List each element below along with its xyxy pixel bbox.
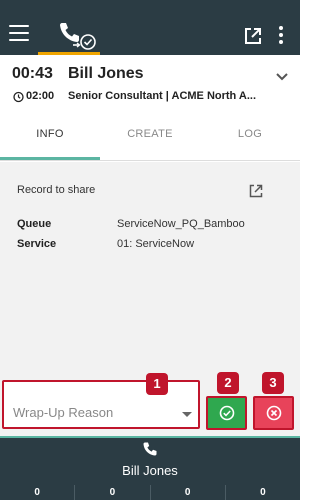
tab-create[interactable]: CREATE: [100, 120, 200, 160]
active-interaction-bar[interactable]: Bill Jones 0 0 0 0: [0, 438, 300, 500]
contact-name: Bill Jones: [68, 65, 144, 82]
popout-icon[interactable]: [244, 27, 262, 45]
interaction-counts: 0 0 0 0: [0, 485, 300, 500]
tab-active-call[interactable]: [38, 18, 100, 55]
cancel-wrap-up-button[interactable]: [253, 396, 294, 430]
chevron-down-icon[interactable]: [276, 73, 288, 81]
check-circle-icon: [219, 405, 235, 421]
callout-badge-2: 2: [217, 372, 239, 394]
count-2[interactable]: 0: [74, 485, 149, 500]
wrap-up-placeholder: Wrap-Up Reason: [13, 405, 114, 420]
queue-label: Queue: [17, 218, 52, 230]
contact-subtitle: Senior Consultant | ACME North A...: [68, 90, 257, 102]
count-1[interactable]: 0: [0, 485, 74, 500]
tab-info[interactable]: INFO: [0, 120, 100, 160]
count-3[interactable]: 0: [149, 485, 225, 500]
wrap-up-timer: 02:00: [26, 90, 55, 102]
history-clock-icon: [13, 91, 24, 103]
share-popout-icon[interactable]: [249, 184, 263, 198]
wrap-up-reason-select[interactable]: Wrap-Up Reason: [2, 380, 200, 429]
dropdown-caret-icon: [182, 412, 192, 417]
kebab-icon[interactable]: [279, 26, 283, 44]
callout-badge-3: 3: [262, 372, 284, 394]
close-circle-icon: [266, 405, 282, 421]
callout-badge-1: 1: [146, 373, 168, 395]
service-value: 01: ServiceNow: [117, 238, 195, 250]
tab-log[interactable]: LOG: [200, 120, 300, 160]
confirm-wrap-up-button[interactable]: [206, 396, 247, 430]
active-contact-name: Bill Jones: [122, 463, 178, 478]
record-to-share-label: Record to share: [17, 184, 96, 196]
phone-icon: [143, 442, 157, 456]
top-bar: [0, 0, 300, 55]
count-4[interactable]: 0: [224, 485, 300, 500]
service-label: Service: [17, 238, 57, 250]
interaction-header: 00:43 Bill Jones 02:00 Senior Consultant…: [0, 55, 300, 161]
call-timer: 00:43: [12, 65, 53, 82]
queue-value: ServiceNow_PQ_Bamboo: [117, 218, 245, 230]
phone-check-icon: [60, 23, 96, 50]
menu-icon[interactable]: [9, 25, 29, 41]
tab-bar: INFO CREATE LOG: [0, 120, 300, 160]
